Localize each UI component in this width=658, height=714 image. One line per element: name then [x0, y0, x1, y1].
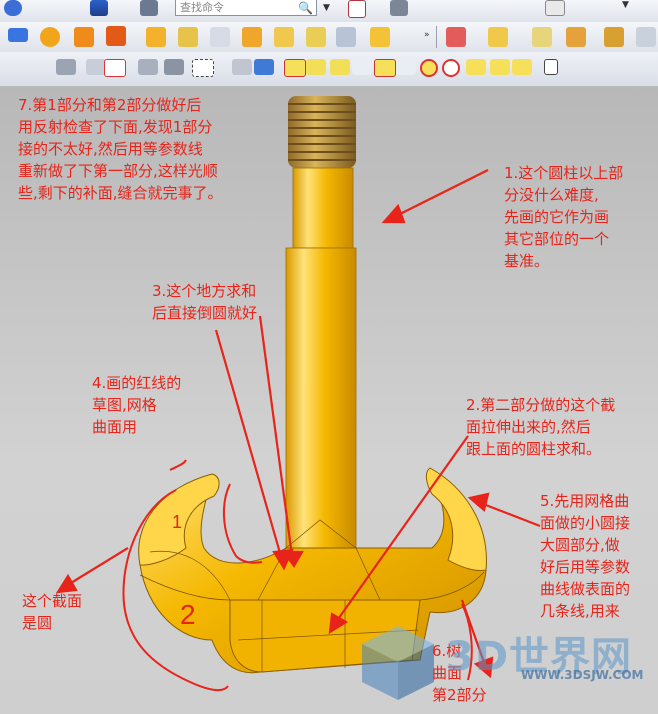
- note-1: 1.这个圆柱以上部 分没什么难度, 先画的它作为画 其它部位的一个 基准。: [504, 164, 624, 270]
- snap-center-icon[interactable]: [420, 59, 438, 77]
- watermark-url: WWW.3DSJW.COM: [521, 668, 644, 682]
- selection-filter-icon[interactable]: [348, 0, 366, 18]
- snap-control-icon[interactable]: [374, 59, 396, 77]
- toolbar-snap: ▼: [0, 52, 658, 130]
- cylinder-icon[interactable]: [306, 27, 326, 47]
- graphics-viewport[interactable]: 1 2 7.第1部分和第2部分做好后 用反射检查了下面,发现1部分 接的不太好,…: [0, 86, 658, 714]
- edit-icon[interactable]: [138, 59, 158, 75]
- offset-face-icon[interactable]: [604, 27, 624, 47]
- thread-section: [288, 96, 356, 168]
- replace-face-icon[interactable]: [566, 27, 586, 47]
- sketch-label-1: 1: [172, 512, 182, 532]
- sweep-icon[interactable]: [178, 27, 198, 47]
- shaded-cube-icon[interactable]: [254, 59, 274, 75]
- point-snap-icon[interactable]: [86, 59, 106, 75]
- upper-shaft: [292, 167, 354, 249]
- sketch-icon[interactable]: [8, 28, 28, 42]
- pattern-icon[interactable]: [40, 27, 60, 47]
- layer-icon[interactable]: [140, 0, 158, 16]
- filter-icon[interactable]: [56, 59, 76, 75]
- render-style-icon[interactable]: [545, 0, 565, 16]
- move-face-icon[interactable]: [446, 27, 466, 47]
- grid-icon[interactable]: [544, 59, 558, 75]
- cube-logo-icon: [362, 626, 434, 700]
- snap-line-icon[interactable]: [306, 59, 326, 75]
- snap-existing-point-icon[interactable]: [466, 59, 486, 75]
- note-7: 7.第1部分和第2部分做好后 用反射检查了下面,发现1部分 接的不太好,然后用等…: [18, 96, 223, 202]
- cube-view-icon[interactable]: [90, 0, 108, 16]
- delete-face-icon[interactable]: [532, 27, 552, 47]
- note-2: 2.第二部分做的这个截 面拉伸出来的,然后 跟上面的圆柱求和。: [466, 396, 616, 458]
- search-icon[interactable]: 🔍: [298, 1, 313, 15]
- sketch-label-2: 2: [180, 599, 196, 630]
- datum-icon[interactable]: [106, 26, 126, 46]
- block-icon[interactable]: [146, 27, 166, 47]
- note-5: 5.先用网格曲 面做的小圆接 大圆部分,做 好后用等参数 曲线做表面的 几条线,…: [540, 492, 631, 620]
- note-3: 3.这个地方求和 后直接倒圆就好: [152, 282, 258, 322]
- undo-icon[interactable]: [4, 0, 22, 16]
- extrude-icon[interactable]: [74, 27, 94, 47]
- snap-endpoint-icon[interactable]: [284, 59, 306, 77]
- snap-on-curve-icon[interactable]: [490, 59, 510, 75]
- draft-icon[interactable]: [488, 27, 508, 47]
- toolbar-top: 查找命令 🔍 ▼ ▼: [0, 0, 658, 23]
- snap-quadrant-icon[interactable]: [442, 59, 460, 77]
- snap-midpoint-icon[interactable]: [330, 59, 350, 75]
- snap-intersection-icon[interactable]: [396, 59, 416, 75]
- box-icon[interactable]: [370, 27, 390, 47]
- surface-icon[interactable]: [210, 27, 230, 47]
- point-constructor-icon[interactable]: [104, 59, 126, 77]
- command-finder-input[interactable]: 查找命令: [175, 0, 317, 16]
- watermark-logo: [358, 622, 438, 702]
- snap-on-surface-icon[interactable]: [512, 59, 532, 75]
- toolbar-separator: [436, 26, 437, 48]
- trim-body-icon[interactable]: [242, 27, 262, 47]
- toolbar-features: »: [0, 22, 658, 53]
- box-select-icon[interactable]: [192, 59, 214, 77]
- main-shaft: [285, 247, 357, 549]
- toolbar-more-icon[interactable]: »: [424, 30, 430, 40]
- finder-dropdown-icon[interactable]: ▼: [323, 3, 330, 13]
- mesh-surface-icon[interactable]: [274, 27, 294, 47]
- shell-icon[interactable]: [336, 27, 356, 47]
- solid-icon[interactable]: [232, 59, 252, 75]
- arrow-icon[interactable]: [164, 59, 184, 75]
- toolbar-overflow-icon[interactable]: ▼: [622, 0, 629, 10]
- snap-curve-icon[interactable]: [352, 59, 372, 75]
- note-4: 4.画的红线的 草图,网格 曲面用: [92, 374, 182, 436]
- view-orient-icon[interactable]: [390, 0, 408, 16]
- note-section: 这个截面 是圆: [22, 592, 83, 632]
- resize-face-icon[interactable]: [636, 27, 656, 47]
